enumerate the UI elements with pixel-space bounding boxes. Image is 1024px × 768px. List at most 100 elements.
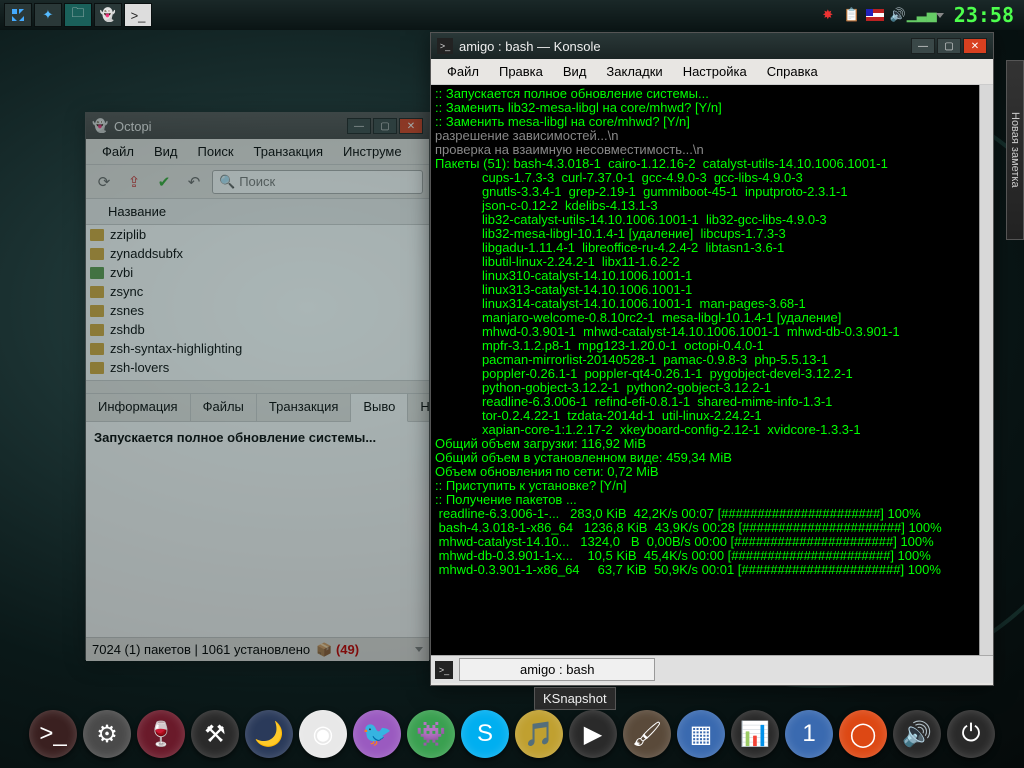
octopi-close-button[interactable]: ✕: [399, 118, 423, 134]
package-row[interactable]: zynaddsubfx: [86, 244, 429, 263]
package-list[interactable]: zziplibzynaddsubfxzvbizsynczsneszshdb zsh…: [86, 225, 429, 380]
kickoff-launcher[interactable]: [4, 3, 32, 27]
apply-button[interactable]: ✔: [152, 170, 176, 194]
package-list-header[interactable]: Название: [86, 199, 429, 225]
konsole-window: >_ amigo : bash — Konsole — ▢ ✕ ФайлПрав…: [430, 32, 994, 686]
dock: >_⚙🍷⚒🌙◉🐦👾S🎵▶🖌▦📊1◯🔊⏻: [25, 706, 999, 762]
terminal-output[interactable]: :: Запускается полное обновление системы…: [431, 85, 993, 655]
panel-clock[interactable]: 23:58: [954, 3, 1014, 27]
octopi-title: Octopi: [114, 119, 152, 134]
dock-monitor[interactable]: 📊: [731, 710, 779, 758]
package-row[interactable]: zsh-syntax-highlighting: [86, 339, 429, 358]
menu-item[interactable]: Вид: [144, 141, 188, 162]
menu-item[interactable]: Справка: [757, 61, 828, 82]
konsole-close-button[interactable]: ✕: [963, 38, 987, 54]
dock-skype[interactable]: S: [461, 710, 509, 758]
dock-browser-moon[interactable]: 🌙: [245, 710, 293, 758]
update-icon[interactable]: ✸: [818, 5, 838, 25]
menu-item[interactable]: Закладки: [596, 61, 672, 82]
network-icon[interactable]: ▁▃▅: [912, 5, 932, 25]
status-dropdown-icon[interactable]: [415, 647, 423, 652]
panel-expand-icon[interactable]: [936, 13, 944, 18]
konsole-tab-1[interactable]: amigo : bash: [459, 658, 655, 681]
dock-settings[interactable]: ⚙: [83, 710, 131, 758]
package-name: zsh-syntax-highlighting: [110, 341, 242, 356]
konsole-tabbar: >_ amigo : bash: [431, 655, 993, 683]
octopi-maximize-button[interactable]: ▢: [373, 118, 397, 134]
package-icon: [90, 286, 104, 298]
dock-retroarch[interactable]: 👾: [407, 710, 455, 758]
terminal-line: проверка на взаимную несовместимость...\…: [435, 143, 989, 157]
octopi-menubar: ФайлВидПоискТранзакцияИнструме: [86, 139, 429, 165]
task-konsole[interactable]: >_: [124, 3, 152, 27]
volume-icon[interactable]: 🔊: [888, 5, 908, 25]
package-row[interactable]: zziplib: [86, 225, 429, 244]
menu-item[interactable]: Файл: [437, 61, 489, 82]
upgrade-button[interactable]: ⇪: [122, 170, 146, 194]
dock-power[interactable]: ⏻: [947, 710, 995, 758]
package-row[interactable]: zsnes: [86, 301, 429, 320]
terminal-line: mhwd-0.3.901-1-x86_64 63,7 KiB 50,9K/s 0…: [435, 563, 989, 577]
package-row[interactable]: zshdb: [86, 320, 429, 339]
menu-item[interactable]: Настройка: [673, 61, 757, 82]
dock-kdenlive[interactable]: ▶: [569, 710, 617, 758]
menu-item[interactable]: Транзакция: [244, 141, 333, 162]
dock-amarok[interactable]: 🎵: [515, 710, 563, 758]
package-name: zsh-lovers: [110, 360, 169, 375]
dock-chrome[interactable]: ◉: [299, 710, 347, 758]
dock-audio[interactable]: 🔊: [893, 710, 941, 758]
terminal-line: mhwd-0.3.901-1 mhwd-catalyst-14.10.1006.…: [435, 325, 989, 339]
terminal-line: poppler-0.26.1-1 poppler-qt4-0.26.1-1 py…: [435, 367, 989, 381]
menu-item[interactable]: Правка: [489, 61, 553, 82]
konsole-titlebar[interactable]: >_ amigo : bash — Konsole — ▢ ✕: [431, 33, 993, 59]
terminal-scrollbar[interactable]: [979, 85, 993, 655]
task-octopi[interactable]: 👻: [94, 3, 122, 27]
octopi-icon: 👻: [92, 118, 108, 134]
menu-item[interactable]: Поиск: [188, 141, 244, 162]
terminal-line: libutil-linux-2.24.2-1 libx11-1.6.2-2: [435, 255, 989, 269]
package-row[interactable]: zsh-lovers: [86, 358, 429, 377]
terminal-line: Общий объем загрузки: 116,92 MiB: [435, 437, 989, 451]
clipboard-icon[interactable]: 📋: [842, 5, 862, 25]
package-icon: [90, 324, 104, 336]
tab-Транзакция[interactable]: Транзакция: [257, 394, 351, 421]
dock-terminal[interactable]: >_: [29, 710, 77, 758]
octopi-minimize-button[interactable]: —: [347, 118, 371, 134]
new-tab-button[interactable]: >_: [435, 661, 453, 679]
terminal-line: readline-6.3.006-1-... 283,0 KiB 42,2K/s…: [435, 507, 989, 521]
search-input[interactable]: [239, 174, 416, 189]
task-dolphin[interactable]: 🗀: [64, 3, 92, 27]
terminal-line: :: Заменить mesa-libgl на core/mhwd? [Y/…: [435, 115, 989, 129]
terminal-line: linux314-catalyst-14.10.1006.1001-1 man-…: [435, 297, 989, 311]
tab-Выво[interactable]: Выво: [351, 394, 408, 422]
konsole-minimize-button[interactable]: —: [911, 38, 935, 54]
notes-widget[interactable]: Новая заметка: [1006, 60, 1024, 240]
menu-item[interactable]: Инструме: [333, 141, 412, 162]
octopi-titlebar[interactable]: 👻 Octopi — ▢ ✕: [86, 113, 429, 139]
menu-item[interactable]: Вид: [553, 61, 597, 82]
dock-ubuntu[interactable]: ◯: [839, 710, 887, 758]
search-box[interactable]: 🔍: [212, 170, 423, 194]
tab-Файлы[interactable]: Файлы: [191, 394, 257, 421]
menu-item[interactable]: Файл: [92, 141, 144, 162]
dock-gimp[interactable]: 🖌: [623, 710, 671, 758]
keyboard-layout-icon[interactable]: [866, 9, 884, 21]
dock-wine[interactable]: 🍷: [137, 710, 185, 758]
dock-taskmgr[interactable]: ▦: [677, 710, 725, 758]
dock-devtools[interactable]: ⚒: [191, 710, 239, 758]
konsole-maximize-button[interactable]: ▢: [937, 38, 961, 54]
undo-button[interactable]: ↶: [182, 170, 206, 194]
package-icon: [90, 229, 104, 241]
dock-pager[interactable]: 1: [785, 710, 833, 758]
tab-Информация[interactable]: Информация: [86, 394, 191, 421]
horizontal-scrollbar[interactable]: [86, 380, 429, 394]
terminal-line: json-c-0.12-2 kdelibs-4.13.1-3: [435, 199, 989, 213]
package-row[interactable]: zvbi: [86, 263, 429, 282]
package-row[interactable]: zsync: [86, 282, 429, 301]
dock-pidgin[interactable]: 🐦: [353, 710, 401, 758]
sync-button[interactable]: ⟳: [92, 170, 116, 194]
launcher-2[interactable]: ✦: [34, 3, 62, 27]
terminal-line: bash-4.3.018-1-x86_64 1236,8 KiB 43,9K/s…: [435, 521, 989, 535]
package-icon: [90, 248, 104, 260]
konsole-title: amigo : bash — Konsole: [459, 39, 601, 54]
